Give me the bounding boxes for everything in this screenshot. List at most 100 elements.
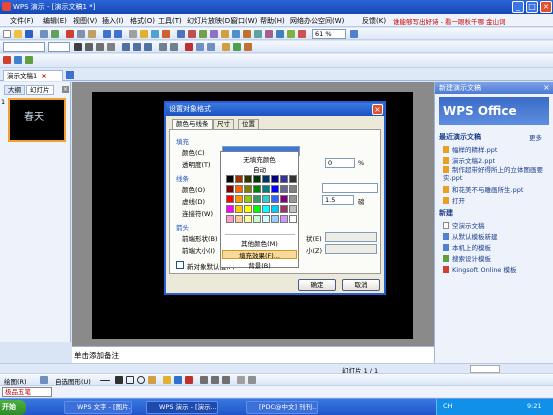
tab-slides[interactable]: 幻灯片: [26, 85, 54, 95]
maximize-button[interactable]: □: [526, 1, 538, 13]
color-icon[interactable]: [243, 30, 251, 38]
color-swatch[interactable]: [289, 185, 297, 193]
color-swatch[interactable]: [226, 215, 234, 223]
local-template-link[interactable]: 本机上的模板: [443, 242, 491, 252]
color-swatch[interactable]: [235, 185, 243, 193]
color-swatch[interactable]: [271, 215, 279, 223]
document-tab-close-icon[interactable]: ×: [41, 72, 46, 80]
new-blank-link[interactable]: 空演示文稿: [443, 220, 485, 230]
font-color-icon[interactable]: [185, 43, 193, 51]
color-swatch[interactable]: [289, 215, 297, 223]
design-icon[interactable]: [210, 30, 218, 38]
arrow-style-icon[interactable]: [222, 376, 230, 384]
color-swatch[interactable]: [244, 205, 252, 213]
no-fill-option[interactable]: 无填充颜色: [221, 154, 298, 164]
color-swatch[interactable]: [253, 205, 261, 213]
decrease-font-icon[interactable]: [207, 43, 215, 51]
color-swatch[interactable]: [262, 215, 270, 223]
color-swatch[interactable]: [244, 215, 252, 223]
open-icon[interactable]: [14, 30, 22, 38]
fill-effects-option[interactable]: 填充效果(F)...: [221, 250, 298, 260]
taskbar-item-pdc[interactable]: [PDC@中文] 刊刊...: [246, 401, 318, 414]
ime-indicator[interactable]: 极品五笔: [2, 387, 52, 397]
color-swatch[interactable]: [271, 205, 279, 213]
dialog-close-icon[interactable]: ×: [372, 104, 383, 115]
wordart-icon[interactable]: [162, 30, 170, 38]
save-icon[interactable]: [25, 30, 33, 38]
taskbar-item-writer[interactable]: WPS 文字 - [图片...: [64, 401, 132, 414]
fill-color-icon[interactable]: [163, 376, 171, 384]
default-checkbox[interactable]: [176, 261, 184, 269]
line-weight-input[interactable]: 1.5: [322, 195, 354, 205]
cancel-button[interactable]: 取消: [342, 279, 380, 291]
color-swatch[interactable]: [271, 185, 279, 193]
bullets-icon[interactable]: [170, 43, 178, 51]
color-swatch[interactable]: [253, 175, 261, 183]
numbering-icon[interactable]: [159, 43, 167, 51]
ok-button[interactable]: 确定: [298, 279, 336, 291]
more-colors-option[interactable]: 其他颜色(M): [221, 238, 298, 248]
zoom-combo[interactable]: 61 %: [312, 29, 346, 39]
slideshow-icon[interactable]: [188, 30, 196, 38]
custom-animation-icon[interactable]: [244, 43, 252, 51]
menu-view[interactable]: 视图(V): [73, 16, 97, 26]
font-size-combo[interactable]: [48, 42, 70, 52]
search-template-link[interactable]: 搜索设计模板: [443, 253, 491, 263]
recent-more-link[interactable]: 更多: [529, 132, 542, 142]
font-color-icon[interactable]: [185, 376, 193, 384]
oval-icon[interactable]: [137, 376, 145, 384]
align-center-icon[interactable]: [133, 43, 141, 51]
line-icon[interactable]: [100, 380, 110, 381]
color-swatch[interactable]: [226, 175, 234, 183]
document-tab[interactable]: 演示文稿1 ×: [3, 70, 63, 81]
increase-font-icon[interactable]: [196, 43, 204, 51]
expand-icon[interactable]: [254, 30, 262, 38]
animation-icon[interactable]: [265, 30, 273, 38]
chart-icon[interactable]: [140, 30, 148, 38]
promo-text[interactable]: 谁能够写出好诗 - 看一眼秋千哪 金山词: [393, 16, 506, 26]
color-swatch[interactable]: [253, 215, 261, 223]
recent-file[interactable]: 和花美不与雕画所生.ppt: [443, 184, 523, 194]
zoom-in-icon[interactable]: [298, 30, 306, 38]
layers-icon[interactable]: [287, 30, 295, 38]
color-swatch[interactable]: [235, 205, 243, 213]
print-icon[interactable]: [40, 30, 48, 38]
color-swatch[interactable]: [253, 195, 261, 203]
color-swatch[interactable]: [262, 185, 270, 193]
transparency-input[interactable]: 0: [325, 158, 355, 168]
menu-tools[interactable]: 工具(T): [158, 16, 182, 26]
taskbar-item-presentation[interactable]: WPS 演示 - [演示...: [146, 401, 218, 414]
color-swatch[interactable]: [226, 195, 234, 203]
pdf-icon[interactable]: [3, 56, 11, 64]
color-swatch[interactable]: [262, 195, 270, 203]
new-slide-icon[interactable]: [222, 43, 230, 51]
color-swatch[interactable]: [235, 175, 243, 183]
3d-icon[interactable]: [248, 376, 256, 384]
online-template-link[interactable]: Kingsoft Online 模板: [443, 264, 517, 274]
tab-outline[interactable]: 大纲: [4, 85, 25, 95]
underline-icon[interactable]: [96, 43, 104, 51]
arrow-end-style-combo[interactable]: [325, 232, 377, 242]
color-swatch[interactable]: [235, 215, 243, 223]
menu-window[interactable]: 窗口(W): [231, 16, 257, 26]
color-swatch[interactable]: [280, 185, 288, 193]
color-swatch[interactable]: [271, 195, 279, 203]
recent-file[interactable]: 演示文稿2.ppt: [443, 155, 495, 165]
help-icon[interactable]: [350, 30, 358, 38]
slide-thumbnail[interactable]: 春天: [8, 98, 66, 142]
line-color-combo[interactable]: [322, 183, 378, 193]
copy-icon[interactable]: [77, 30, 85, 38]
layout-icon[interactable]: [199, 30, 207, 38]
line-color-icon[interactable]: [174, 376, 182, 384]
close-button[interactable]: ×: [540, 1, 552, 13]
color-swatch[interactable]: [289, 205, 297, 213]
color-swatch[interactable]: [244, 195, 252, 203]
new-default-template-link[interactable]: 从默认模板新建: [443, 231, 498, 241]
menu-slideshow[interactable]: 幻灯片放映(D): [187, 16, 233, 26]
rectangle-icon[interactable]: [126, 376, 134, 384]
undo-icon[interactable]: [103, 30, 111, 38]
align-left-icon[interactable]: [122, 43, 130, 51]
dash-style-icon[interactable]: [211, 376, 219, 384]
cut-icon[interactable]: [66, 30, 74, 38]
menu-network-office[interactable]: 网络办公空间(W): [290, 16, 344, 26]
